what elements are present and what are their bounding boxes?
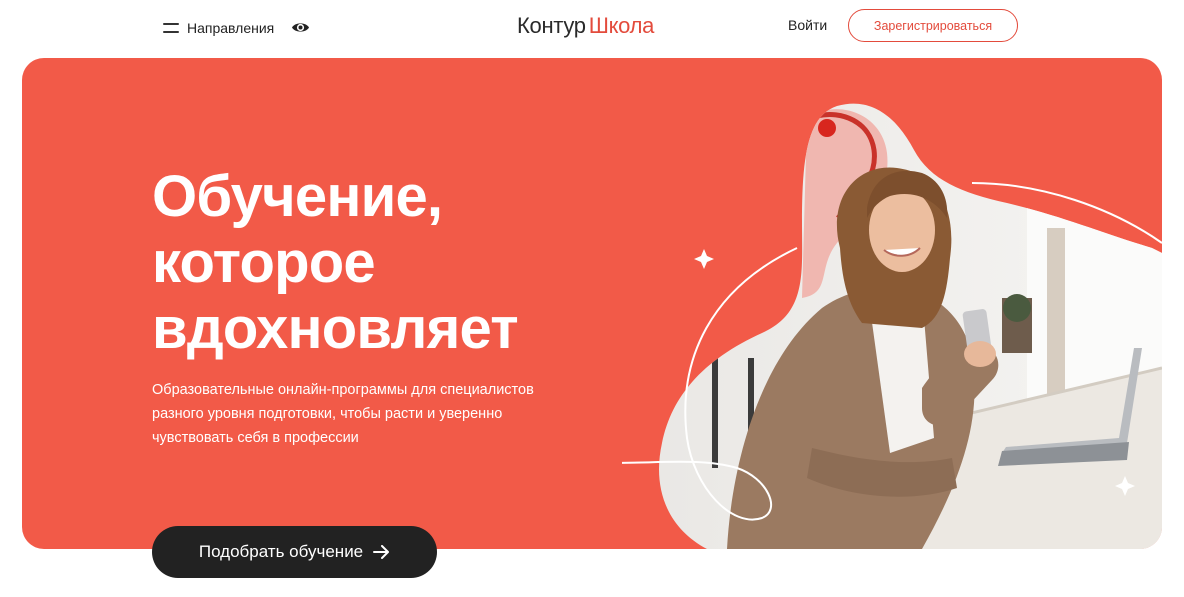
page: Направления Контур Школа Войти Зарегистри… [0, 0, 1184, 597]
hero-subtitle-line: Образовательные онлайн-программы для спе… [152, 382, 534, 398]
hero-photo [622, 103, 1162, 549]
login-link[interactable]: Войти [788, 17, 827, 33]
directions-menu-label: Направления [187, 20, 275, 36]
hero-subtitle: Образовательные онлайн-программы для спе… [152, 378, 602, 450]
eye-icon [292, 23, 309, 32]
site-header: Направления Контур Школа Войти Зарегистри… [0, 0, 1184, 52]
photo-scene [659, 103, 1162, 549]
hero-title: Обучение, которое вдохновляет [152, 164, 632, 362]
accessibility-eye-button[interactable] [291, 20, 310, 35]
hero-subtitle-line: чувствовать себя в профессии [152, 430, 359, 446]
find-training-button[interactable]: Подобрать обучение [152, 526, 437, 578]
sparkle-icon [694, 249, 714, 269]
hero-banner: Обучение, которое вдохновляет Образовате… [22, 58, 1162, 549]
hero-title-line: которое [152, 230, 376, 295]
register-button[interactable]: Зарегистрироваться [848, 9, 1018, 42]
logo-text-kontur: Контур [517, 13, 586, 38]
hero-title-line: Обучение, [152, 164, 443, 229]
kontur-school-logo[interactable]: Контур Школа [517, 13, 654, 39]
hero-subtitle-line: разного уровня подготовки, чтобы расти и… [152, 406, 503, 422]
hamburger-icon [163, 23, 179, 33]
hero-title-line: вдохновляет [152, 296, 519, 361]
find-training-label: Подобрать обучение [198, 542, 364, 561]
arrow-right-icon [373, 545, 390, 559]
logo-text-school: Школа [588, 13, 655, 38]
directions-menu-button[interactable]: Направления [163, 17, 274, 39]
